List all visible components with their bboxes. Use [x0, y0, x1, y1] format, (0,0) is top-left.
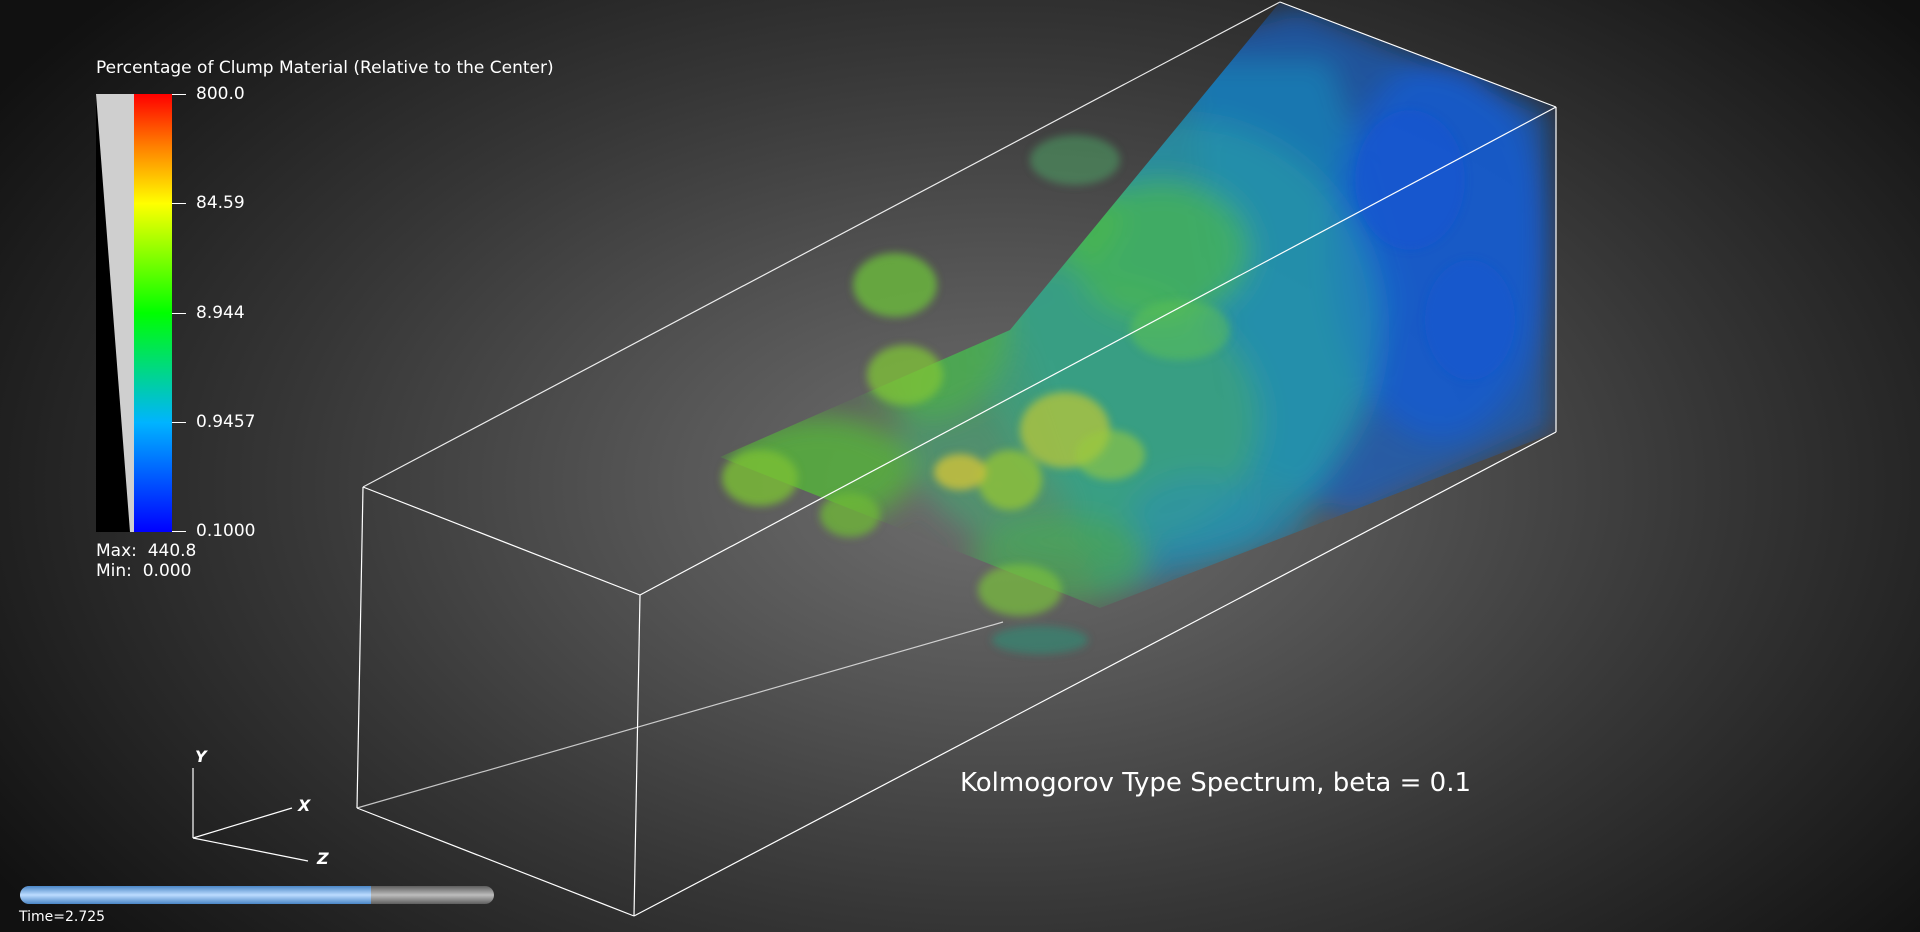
time-slider-fill	[20, 886, 371, 904]
legend-min-value: 0.000	[142, 561, 192, 581]
visualization-viewport[interactable]: Y X Z Percentage of Clump Material (Rela…	[0, 0, 1920, 932]
legend-max-row: Max: 440.8	[96, 543, 196, 560]
tick-mark	[172, 422, 186, 423]
tick-mark	[172, 313, 186, 314]
legend-tick-label: 0.9457	[196, 412, 256, 432]
axis-x-label: X	[297, 796, 311, 815]
legend-tick-label: 8.944	[196, 303, 245, 323]
orientation-axes	[192, 768, 309, 862]
color-bar	[134, 94, 172, 532]
tick-mark	[172, 94, 186, 95]
tick-mark	[172, 203, 186, 204]
axis-z-line	[192, 837, 309, 862]
legend-title: Percentage of Clump Material (Relative t…	[96, 58, 554, 78]
clump-volume-render	[722, 5, 1550, 654]
time-slider[interactable]	[20, 886, 494, 904]
legend-min-label: Min:	[96, 561, 132, 581]
legend-max-label: Max:	[96, 541, 137, 561]
legend-tick-label: 800.0	[196, 84, 245, 104]
axis-z-label: Z	[316, 849, 329, 868]
legend-tick-label: 0.1000	[196, 521, 256, 541]
time-label: Time=2.725	[19, 909, 106, 925]
axis-y-label: Y	[195, 747, 208, 766]
legend-tick-label: 84.59	[196, 193, 245, 213]
axis-x-line	[192, 807, 293, 839]
legend-min-row: Min: 0.000	[96, 563, 191, 580]
spectrum-caption: Kolmogorov Type Spectrum, beta = 0.1	[960, 768, 1471, 798]
opacity-transfer-wedge	[96, 94, 134, 532]
tick-mark	[172, 531, 186, 532]
legend-max-value: 440.8	[147, 541, 197, 561]
